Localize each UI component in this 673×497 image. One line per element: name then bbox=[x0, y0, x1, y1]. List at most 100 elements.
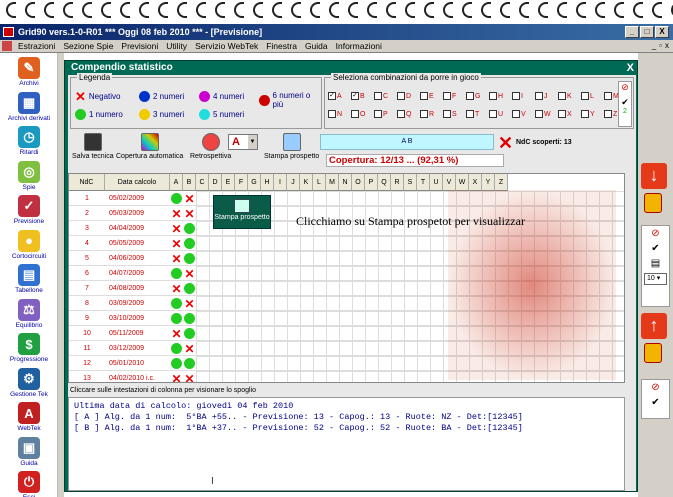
column-header-y[interactable]: Y bbox=[482, 174, 495, 191]
mdi-minimize-button[interactable]: _ bbox=[652, 41, 656, 50]
checkbox-o[interactable]: O bbox=[351, 110, 371, 118]
sidebar-item-webtek[interactable]: A WebTek bbox=[2, 402, 56, 432]
column-header-z[interactable]: Z bbox=[495, 174, 508, 191]
column-header-n[interactable]: N bbox=[339, 174, 352, 191]
sidebar-item-progressione[interactable]: $ Progressione bbox=[2, 333, 56, 363]
retrospettiva-button[interactable]: Retrospettiva bbox=[190, 133, 231, 160]
menu-previsioni[interactable]: Previsioni bbox=[117, 41, 162, 51]
column-header-f[interactable]: F bbox=[235, 174, 248, 191]
jar-icon[interactable] bbox=[644, 343, 662, 363]
column-header-r[interactable]: R bbox=[391, 174, 404, 191]
column-header-g[interactable]: G bbox=[248, 174, 261, 191]
column-header-x[interactable]: X bbox=[469, 174, 482, 191]
column-header-l[interactable]: L bbox=[313, 174, 326, 191]
maximize-button[interactable]: □ bbox=[640, 26, 654, 38]
menu-servizio-webtek[interactable]: Servizio WebTek bbox=[191, 41, 262, 51]
checkbox-u[interactable]: U bbox=[489, 110, 509, 118]
column-header-j[interactable]: J bbox=[287, 174, 300, 191]
checkbox-f[interactable]: F bbox=[443, 92, 463, 100]
column-header-s[interactable]: S bbox=[404, 174, 417, 191]
stampa-prospetto-button[interactable]: Stampa prospetto bbox=[264, 133, 319, 160]
column-header-o[interactable]: O bbox=[352, 174, 365, 191]
checkbox-v[interactable]: V bbox=[512, 110, 532, 118]
page-size-select[interactable]: 10 ▾ bbox=[644, 273, 667, 285]
no-entry-icon[interactable]: ⊘ bbox=[619, 82, 631, 93]
menu-sezione-spie[interactable]: Sezione Spie bbox=[59, 41, 117, 51]
column-header-d[interactable]: D bbox=[209, 174, 222, 191]
column-header-v[interactable]: V bbox=[443, 174, 456, 191]
output-log[interactable]: Ultima data di calcolo: giovedì 04 feb 2… bbox=[68, 397, 625, 491]
checkbox-n[interactable]: N bbox=[328, 110, 348, 118]
no-entry-icon[interactable]: ⊘ bbox=[642, 380, 669, 395]
column-header-b[interactable]: B bbox=[183, 174, 196, 191]
checkbox-l[interactable]: L bbox=[581, 92, 601, 100]
menu-guida[interactable]: Guida bbox=[301, 41, 332, 51]
menu-estrazioni[interactable]: Estrazioni bbox=[14, 41, 59, 51]
sidebar-item-esci[interactable]: ⏻Esci bbox=[2, 471, 56, 497]
checkbox-c[interactable]: C bbox=[374, 92, 394, 100]
sidebar-item-equilibrio[interactable]: ⚖ Equilibrio bbox=[2, 298, 56, 329]
column-header-q[interactable]: Q bbox=[378, 174, 391, 191]
column-header-c[interactable]: C bbox=[196, 174, 209, 191]
no-entry-icon[interactable]: ⊘ bbox=[642, 226, 669, 241]
checkmark-icon[interactable]: ✔ bbox=[642, 241, 669, 256]
column-header-k[interactable]: K bbox=[300, 174, 313, 191]
column-header-e[interactable]: E bbox=[222, 174, 235, 191]
checkbox-i[interactable]: I bbox=[512, 92, 532, 100]
sidebar-item-ritardi[interactable]: ◷ Ritardi bbox=[2, 126, 56, 156]
sidebar-item-cortocircuiti[interactable]: ● Cortocircuiti bbox=[2, 229, 56, 260]
menu-finestra[interactable]: Finestra bbox=[262, 41, 301, 51]
checkbox-w[interactable]: W bbox=[535, 110, 555, 118]
checkbox-b[interactable]: ✓ B bbox=[351, 92, 371, 100]
column-header-p[interactable]: P bbox=[365, 174, 378, 191]
checkbox-q[interactable]: Q bbox=[397, 110, 417, 118]
sidebar-item-tabellone[interactable]: ▤ Tabellone bbox=[2, 264, 56, 294]
column-header-a[interactable]: A bbox=[170, 174, 183, 191]
checkbox-j[interactable]: J bbox=[535, 92, 555, 100]
close-button[interactable]: X bbox=[655, 26, 669, 38]
column-header-u[interactable]: U bbox=[430, 174, 443, 191]
checkbox-g[interactable]: G bbox=[466, 92, 486, 100]
checkbox-t[interactable]: T bbox=[466, 110, 486, 118]
jar-icon[interactable] bbox=[644, 193, 662, 213]
minimize-button[interactable]: _ bbox=[625, 26, 639, 38]
checkmark-icon[interactable]: ✔ bbox=[619, 97, 631, 108]
checkbox-e[interactable]: E bbox=[420, 92, 440, 100]
checkbox-x[interactable]: X bbox=[558, 110, 578, 118]
sidebar-item-guida[interactable]: ▣ Guida bbox=[2, 436, 56, 467]
arrow-down-button[interactable]: ↓ bbox=[641, 163, 667, 189]
dialog-close-button[interactable]: X bbox=[627, 62, 634, 74]
checkbox-a[interactable]: ✓ A bbox=[328, 92, 348, 100]
sidebar-item-spie[interactable]: ◎ Spie bbox=[2, 160, 56, 191]
column-header-h[interactable]: H bbox=[261, 174, 274, 191]
menu-informazioni[interactable]: Informazioni bbox=[332, 41, 386, 51]
column-header-ndc[interactable]: NdC bbox=[69, 174, 105, 191]
sidebar-item-archivi-derivati[interactable]: ▦ Archivi derivati bbox=[2, 91, 56, 122]
mdi-restore-button[interactable]: ▫ bbox=[659, 41, 662, 50]
checkbox-k[interactable]: K bbox=[558, 92, 578, 100]
save-technique-button[interactable]: Salva tecnica bbox=[72, 133, 114, 160]
checkbox-s[interactable]: S bbox=[443, 110, 463, 118]
printer-icon[interactable]: ▤ bbox=[642, 256, 669, 271]
column-header-i[interactable]: I bbox=[274, 174, 287, 191]
sidebar-item-archivi[interactable]: ✎ Archivi bbox=[2, 57, 56, 87]
checkbox-h[interactable]: H bbox=[489, 92, 509, 100]
menu-utility[interactable]: Utility bbox=[162, 41, 191, 51]
mdi-close-button[interactable]: x bbox=[665, 41, 669, 50]
checkbox-r[interactable]: R bbox=[420, 110, 440, 118]
column-header-date[interactable]: Data calcolo bbox=[105, 174, 170, 191]
column-header-m[interactable]: M bbox=[326, 174, 339, 191]
arrow-up-button[interactable]: ↑ bbox=[641, 313, 667, 339]
checkbox-d[interactable]: D bbox=[397, 92, 417, 100]
stampa-prospetto-tooltip[interactable]: Stampa prospetto bbox=[213, 195, 271, 229]
sidebar-item-gestione-tek[interactable]: ⚙ Gestione Tek bbox=[2, 367, 56, 398]
chevron-down-icon[interactable]: ▼ bbox=[248, 135, 257, 149]
sidebar-item-previsione[interactable]: ✓ Previsione bbox=[2, 195, 56, 225]
column-header-t[interactable]: T bbox=[417, 174, 430, 191]
column-header-w[interactable]: W bbox=[456, 174, 469, 191]
combination-select[interactable]: A ▼ bbox=[228, 134, 258, 150]
checkbox-y[interactable]: Y bbox=[581, 110, 601, 118]
checkmark-icon[interactable]: ✔ bbox=[642, 395, 669, 410]
copertura-automatica-button[interactable]: Copertura automatica bbox=[116, 133, 183, 160]
checkbox-p[interactable]: P bbox=[374, 110, 394, 118]
